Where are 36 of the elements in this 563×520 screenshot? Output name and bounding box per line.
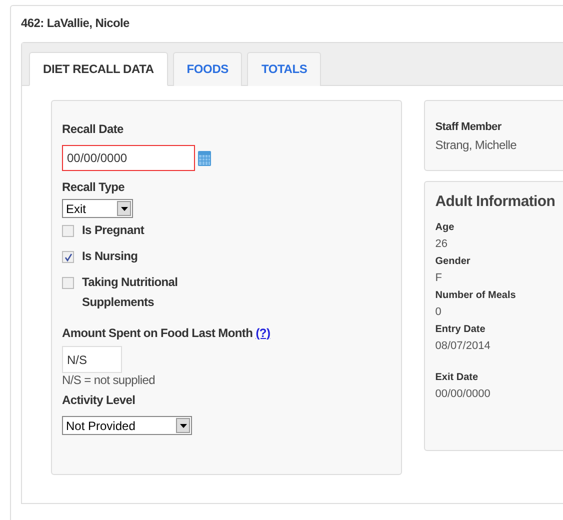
checkbox[interactable]: [62, 277, 74, 289]
help-link[interactable]: (?): [256, 326, 270, 340]
info-label: Number of Meals: [435, 290, 517, 301]
field-label: Recall Type: [62, 180, 126, 194]
caret-icon: [120, 206, 128, 210]
info-value: 00/00/0000: [435, 388, 492, 400]
calendar-icon[interactable]: [198, 150, 211, 166]
checkbox[interactable]: [62, 225, 74, 237]
activity-level-dropdown[interactable]: Not Provided: [62, 416, 192, 435]
info-label: Gender: [435, 256, 472, 267]
info-value: 0: [435, 306, 442, 318]
amount-field[interactable]: N/S: [62, 346, 122, 373]
checkbox-label: Is Nursing: [82, 248, 139, 265]
panel-heading: Adult Information: [435, 193, 556, 210]
tab[interactable]: DIET RECALL DATA: [29, 52, 168, 86]
field-label: Activity Level: [62, 393, 136, 407]
checkbox-label: Taking Nutritional Supplements: [82, 274, 179, 311]
info-value: 26: [435, 238, 449, 250]
info-value: 08/07/2014: [435, 340, 492, 352]
caret-icon: [180, 424, 186, 428]
field-label: Recall Date: [62, 122, 124, 136]
info-value: Strang, Michelle: [435, 138, 518, 152]
field-note: N/S = not supplied: [62, 373, 156, 387]
field-label: Amount Spent on Food Last Month: [62, 326, 253, 340]
tab[interactable]: FOODS: [172, 52, 242, 86]
record-title: 462: LaVallie, Nicole: [21, 16, 130, 30]
info-value: F: [435, 272, 443, 284]
info-label: Age: [435, 222, 456, 233]
recall-type-dropdown[interactable]: Exit: [62, 199, 133, 218]
info-label: Exit Date: [435, 371, 480, 383]
tab[interactable]: TOTALS: [247, 52, 322, 86]
checkbox[interactable]: [62, 251, 74, 263]
date-field[interactable]: 00/00/0000: [62, 145, 195, 171]
info-label: Entry Date: [435, 324, 486, 335]
info-label: Staff Member: [435, 121, 502, 133]
checkbox-label: Is Pregnant: [82, 222, 146, 239]
